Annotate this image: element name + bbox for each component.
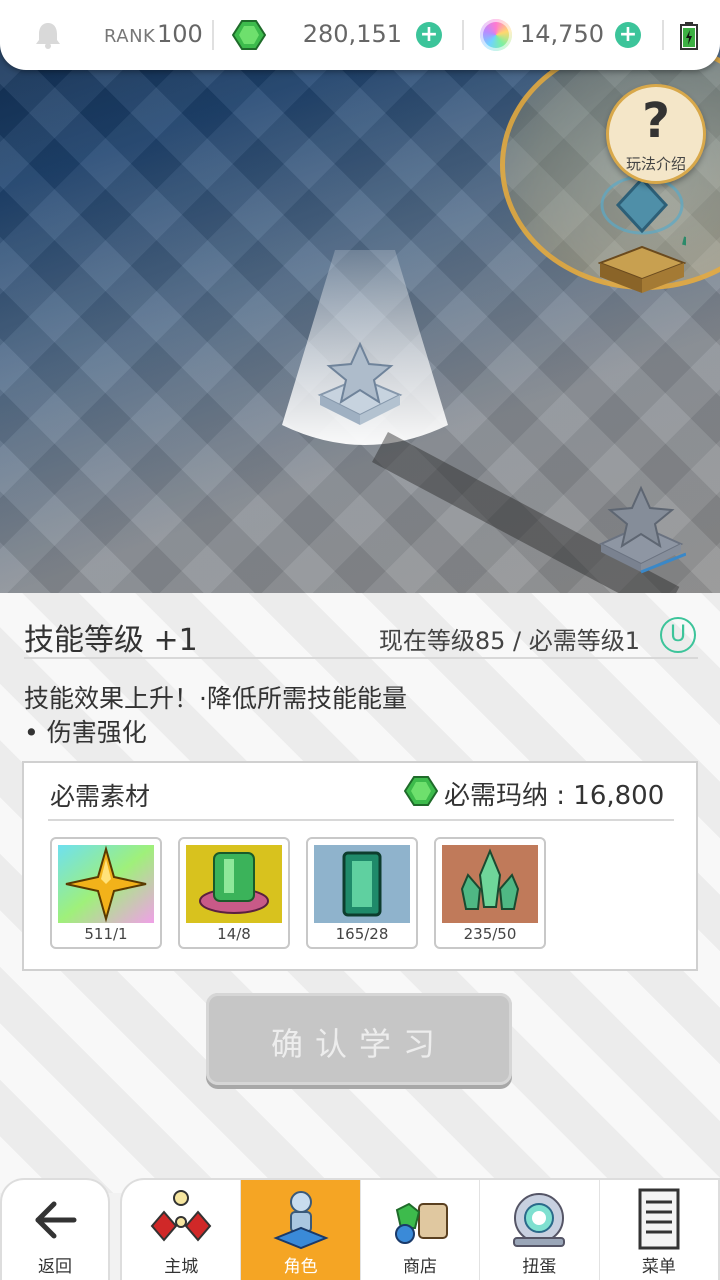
level-info: 现在等级85 / 必需等级1 (378, 627, 640, 655)
mana-cost: 必需玛纳 : 16,800 (444, 781, 665, 811)
skill-title: 技能等级 +1 (24, 623, 198, 658)
tab-label: 角色 (283, 1257, 318, 1277)
rank-label: RANK (104, 26, 156, 47)
tab-label: 主城 (164, 1257, 199, 1277)
golden-star-icon (58, 845, 154, 923)
confirm-learn-label: 确认学习 (270, 1025, 447, 1063)
materials-title: 必需素材 (50, 782, 151, 811)
back-arrow-icon (35, 1201, 77, 1239)
materials-box: 必需素材 必需玛纳 : 16,800 511/1 14/8 165/28 235… (22, 761, 698, 971)
shop-bag-icon (395, 1202, 449, 1244)
material-item[interactable]: 511/1 (50, 837, 162, 949)
character-icon (272, 1191, 329, 1250)
skill-detail-panel: 技能等级 +1 现在等级85 / 必需等级1 U 技能效果上升！·降低所需技能能… (0, 593, 720, 1193)
tab-gacha[interactable]: 扭蛋 (480, 1180, 600, 1280)
skill-description: • 伤害强化 (24, 718, 147, 747)
confirm-learn-button[interactable]: 确认学习 (206, 993, 512, 1085)
skill-node-star-icon[interactable] (596, 484, 686, 579)
skill-tree-map[interactable]: ? 玩法介绍 (0, 0, 720, 593)
material-item[interactable]: 165/28 (306, 837, 418, 949)
emerald-gem-icon (314, 845, 410, 923)
orb-value: 14,750 (520, 20, 604, 48)
plus-icon[interactable]: + (615, 22, 641, 48)
back-label: 返回 (38, 1257, 72, 1277)
divider (212, 20, 214, 50)
question-icon: ? (642, 93, 670, 149)
u-icon[interactable]: U (660, 617, 696, 653)
divider (24, 657, 698, 659)
material-count: 14/8 (217, 925, 251, 943)
help-button[interactable]: ? 玩法介绍 (606, 84, 706, 184)
rainbow-orb-icon (480, 19, 512, 51)
rank-value: 100 (157, 20, 203, 48)
tab-label: 商店 (403, 1257, 438, 1277)
battery-icon (680, 22, 698, 50)
bottom-nav: 返回 主城 角色 商店 扭蛋 菜单 (0, 1178, 720, 1280)
divider (662, 20, 664, 50)
green-gem-icon (404, 776, 438, 806)
tab-shop[interactable]: 商店 (361, 1180, 481, 1280)
material-count: 165/28 (335, 925, 389, 943)
plus-icon[interactable]: + (416, 22, 442, 48)
skill-node-diamond-icon[interactable] (598, 175, 686, 300)
skill-node-star-icon[interactable] (315, 340, 405, 430)
tab-label: 菜单 (641, 1257, 676, 1277)
mana-value: 280,151 (302, 20, 402, 48)
material-count: 511/1 (84, 925, 128, 943)
menu-list-icon (638, 1188, 680, 1250)
tab-character[interactable]: 角色 (241, 1180, 361, 1280)
tab-label: 扭蛋 (522, 1257, 557, 1277)
status-bar: RANK 100 280,151 + 14,750 + (0, 0, 720, 70)
castle-icon (150, 1190, 212, 1242)
skill-description: 技能效果上升！·降低所需技能能量 (24, 684, 407, 713)
green-hat-icon (186, 845, 282, 923)
material-item[interactable]: 235/50 (434, 837, 546, 949)
material-item[interactable]: 14/8 (178, 837, 290, 949)
help-label: 玩法介绍 (625, 155, 686, 173)
bell-icon[interactable] (34, 20, 62, 50)
tab-castle[interactable]: 主城 (122, 1180, 242, 1280)
divider (462, 20, 464, 50)
divider (48, 819, 674, 821)
nav-tabs: 主城 角色 商店 扭蛋 菜单 (120, 1178, 720, 1280)
tab-menu[interactable]: 菜单 (600, 1180, 718, 1280)
gacha-icon (513, 1193, 566, 1247)
material-count: 235/50 (463, 925, 517, 943)
green-crystal-icon (442, 845, 538, 923)
back-button[interactable]: 返回 (0, 1178, 110, 1280)
